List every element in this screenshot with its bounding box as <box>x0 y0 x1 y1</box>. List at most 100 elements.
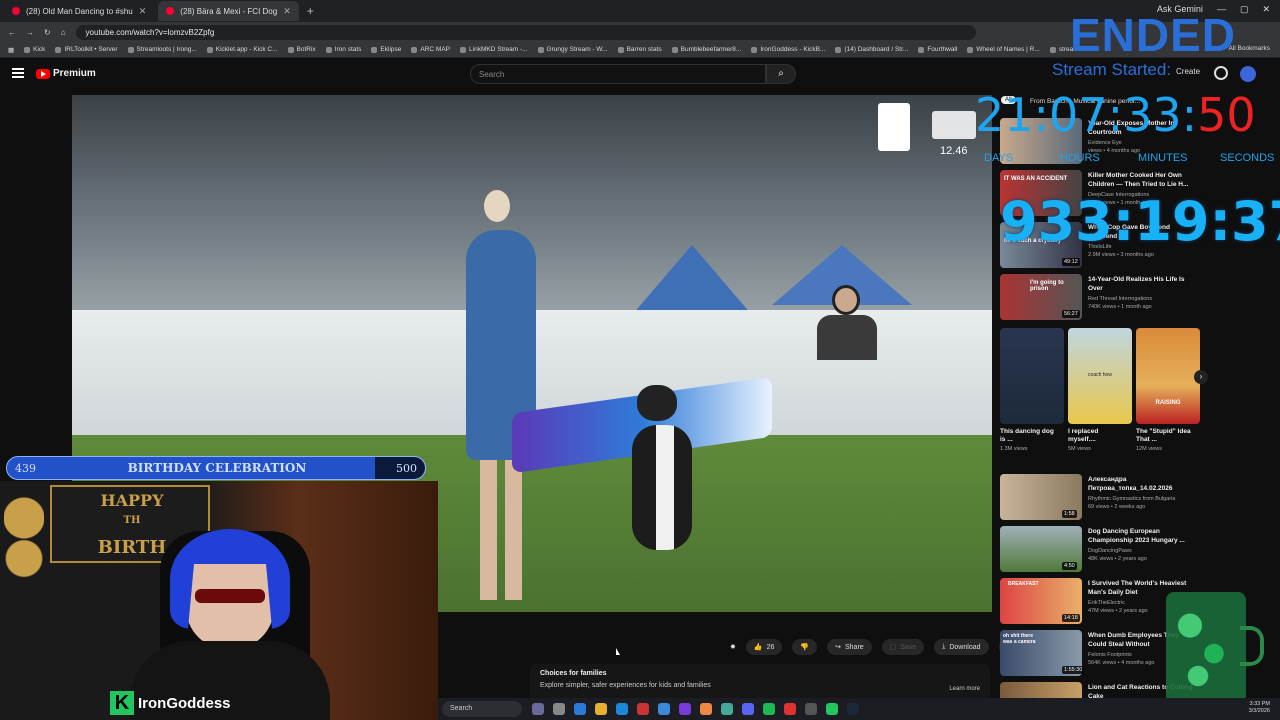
label-minutes: MINUTES <box>1138 152 1188 164</box>
browser-tab[interactable]: (28) Old Man Dancing to #shu ✕ <box>4 1 154 21</box>
taskbar-apps <box>532 703 859 715</box>
save-button[interactable]: ▢ Save <box>881 639 925 655</box>
bookmark-item[interactable]: Grungy Stream - W... <box>537 46 608 53</box>
short-item[interactable]: This dancing dog is ... 1.3M views <box>1000 328 1064 458</box>
bookmark-item[interactable]: Streamloots | Irong... <box>127 46 197 53</box>
bookmark-item[interactable]: BotRix <box>287 46 316 53</box>
edge-icon[interactable] <box>574 703 586 715</box>
search-input[interactable]: Search <box>470 64 766 84</box>
url-field[interactable]: youtube.com/watch?v=lomzvB2Zpfg <box>75 24 976 40</box>
app-icon[interactable] <box>679 703 691 715</box>
mouse-cursor-icon <box>616 648 620 655</box>
bookmark-item[interactable]: Kick <box>24 46 45 53</box>
bookmark-item[interactable]: Fourthwall <box>918 46 957 53</box>
home-icon[interactable]: ⌂ <box>61 28 66 37</box>
taskbar-clock[interactable]: 3:33 PM 3/3/2026 <box>1249 701 1270 715</box>
account-avatar[interactable] <box>1240 66 1256 82</box>
settings-gear-icon[interactable] <box>805 703 817 715</box>
clock-date: 3/3/2026 <box>1248 708 1270 714</box>
close-window-icon[interactable]: ✕ <box>1262 4 1270 15</box>
bookmark-item[interactable]: Kicklet.app - Kick C... <box>206 46 278 53</box>
bookmark-item[interactable]: Barren stats <box>617 46 662 53</box>
apps-icon[interactable]: ▦ <box>8 46 14 54</box>
rec-meta: 740K views • 1 month ago <box>1088 304 1152 310</box>
rec-video[interactable]: 4:50 Dog Dancing European Championship 2… <box>1000 526 1200 574</box>
goal-target: 500 <box>396 462 417 475</box>
forward-icon[interactable]: → <box>26 28 34 37</box>
app-icon[interactable] <box>721 703 733 715</box>
bookmark-favicon-icon <box>918 46 925 53</box>
stream-countdown: 21:07:33:50 <box>975 88 1256 142</box>
short-thumbnail: RAISING <box>1136 328 1200 424</box>
short-item[interactable]: RAISING The "Stupid" Idea That ... 12M v… <box>1136 328 1200 458</box>
event-logo <box>878 103 910 151</box>
close-tab-icon[interactable]: ✕ <box>139 6 147 17</box>
learn-more-link[interactable]: Learn more <box>949 686 980 692</box>
bookmark-favicon-icon <box>206 46 213 53</box>
rec-channel: Rhythmic Gymnastics from Bulgaria <box>1088 496 1176 502</box>
create-button[interactable]: Create <box>1176 67 1200 76</box>
rec-video[interactable]: 1:58 Александра Петрова_топка_14.02.2026… <box>1000 474 1200 522</box>
short-thumbnail: coach how <box>1068 328 1132 424</box>
search-icon[interactable]: ⌕ <box>766 64 796 84</box>
like-button[interactable]: 👍 26 <box>745 639 783 655</box>
ai-sparkle-icon[interactable]: ✸ <box>730 643 736 651</box>
families-banner: Choices for families Explore simpler, sa… <box>530 664 990 700</box>
new-tab-button[interactable]: + <box>307 4 314 18</box>
share-button[interactable]: ↪ Share <box>827 639 872 655</box>
thumb-caption: IT WAS AN ACCIDENT <box>1004 176 1068 182</box>
browser-tab-active[interactable]: (28) Bära & Mexi - FCI Dog ✕ <box>158 1 299 21</box>
taskbar-search[interactable]: Search <box>442 701 522 717</box>
dislike-button[interactable]: 👎 <box>792 639 818 655</box>
discord-icon[interactable] <box>742 703 754 715</box>
save-icon: ▢ <box>889 644 897 651</box>
app-icon[interactable] <box>637 703 649 715</box>
tab-label: (28) Bära & Mexi - FCI Dog <box>180 6 278 16</box>
countdown-days: 21 <box>975 88 1034 142</box>
task-view-icon[interactable] <box>532 703 544 715</box>
widgets-icon[interactable] <box>553 703 565 715</box>
app-icon[interactable] <box>784 703 796 715</box>
rec-title: Dog Dancing European Championship 2023 H… <box>1088 528 1185 544</box>
rec-video[interactable]: I'm going to prison 56:27 14-Year-Old Re… <box>1000 274 1200 322</box>
close-tab-icon[interactable]: ✕ <box>283 6 291 17</box>
steam-icon[interactable] <box>847 703 859 715</box>
kick-icon[interactable] <box>826 703 838 715</box>
bookmark-item[interactable]: IRLToolkit • Server <box>55 46 118 53</box>
mail-icon[interactable] <box>658 703 670 715</box>
reload-icon[interactable]: ↻ <box>44 28 51 37</box>
tab-label: (28) Old Man Dancing to #shu <box>26 6 133 16</box>
youtube-favicon-icon <box>166 7 175 15</box>
download-button[interactable]: ⤓ Download <box>934 639 989 655</box>
short-item[interactable]: coach how I replaced myself.... 5M views <box>1068 328 1132 458</box>
bookmark-item[interactable]: (14) Dashboard / Str... <box>835 46 908 53</box>
spotify-icon[interactable] <box>763 703 775 715</box>
file-explorer-icon[interactable] <box>595 703 607 715</box>
brand-label: Premium <box>53 68 96 79</box>
bookmark-item[interactable]: LinkMKD Stream -... <box>460 46 528 53</box>
bookmark-item[interactable]: IronGoddess - KickB... <box>751 46 825 53</box>
clover-mug-icon <box>1166 592 1246 704</box>
bookmark-item[interactable]: Iron stats <box>325 46 361 53</box>
back-icon[interactable]: ← <box>8 28 16 37</box>
bookmark-favicon-icon <box>371 46 378 53</box>
dog-head <box>637 385 677 421</box>
bookmark-item[interactable]: Eklipse <box>371 46 401 53</box>
chrome-icon[interactable] <box>700 703 712 715</box>
label-days: DAYS <box>984 152 1014 164</box>
chevron-right-icon[interactable]: › <box>1194 370 1208 384</box>
maximize-icon[interactable]: ▢ <box>1240 4 1249 15</box>
notifications-bell-icon[interactable] <box>1214 66 1228 80</box>
thumb-caption: I'm going to prison <box>1030 280 1064 292</box>
bookmark-item[interactable]: Bumblebeefarmer8... <box>671 46 741 53</box>
store-icon[interactable] <box>616 703 628 715</box>
hamburger-menu-icon[interactable] <box>12 68 24 78</box>
bookmark-item[interactable]: Wheel of Names | R... <box>967 46 1040 53</box>
bookmark-favicon-icon <box>325 46 332 53</box>
birthday-goal-bar: 439 BIRTHDAY CELEBRATION 500 <box>6 456 426 480</box>
clock-time: 3:33 PM <box>1249 701 1270 707</box>
uptime-counter: 933:19:37 <box>1000 190 1280 253</box>
bookmark-item[interactable]: ARC MAP <box>411 46 450 53</box>
youtube-logo[interactable]: Premium <box>36 68 96 79</box>
countdown-hours: 07 <box>1049 88 1108 142</box>
